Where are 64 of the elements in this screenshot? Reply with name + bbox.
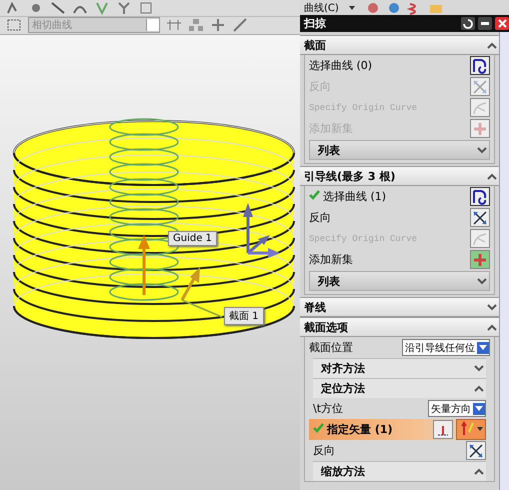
vector-type-button[interactable] (456, 419, 486, 440)
check-icon (309, 190, 320, 200)
minimize-icon (481, 22, 489, 25)
vector-dialog-button[interactable] (433, 420, 453, 439)
scroll-bar[interactable] (499, 32, 509, 490)
line-tool-icon[interactable] (50, 0, 66, 15)
chevron-icon[interactable] (485, 324, 499, 330)
caret-icon (479, 345, 487, 350)
vector-arrow (180, 267, 200, 301)
option-label: 选择曲线 (0) (309, 58, 374, 73)
section-header[interactable]: 截面选项 (300, 317, 499, 337)
option-label: 反向 (313, 443, 336, 458)
group-header[interactable]: 定位方法 (313, 378, 486, 398)
reverse-button[interactable] (466, 441, 486, 460)
curve-menu[interactable]: 曲线(C) (304, 0, 339, 14)
add-set-button[interactable] (470, 250, 490, 269)
chevron-icon[interactable] (485, 172, 499, 180)
minimize-button[interactable] (478, 17, 492, 30)
chevron-icon[interactable] (485, 304, 499, 310)
check-icon (313, 423, 324, 433)
option-label: 添加新集 (309, 252, 354, 267)
list-header[interactable]: 列表 (309, 140, 490, 160)
chevron-icon[interactable] (472, 468, 486, 475)
list-header[interactable]: 列表 (309, 271, 490, 291)
vector-label: 指定矢量 (1) (313, 422, 430, 437)
reverse-icon (471, 78, 489, 96)
section-header[interactable]: 脊线 (300, 297, 499, 317)
group-header[interactable]: 对齐方法 (313, 358, 486, 378)
reset-icon (463, 18, 473, 28)
close-button[interactable] (495, 17, 509, 30)
select-curve-button[interactable] (470, 187, 490, 206)
reverse-button[interactable] (470, 208, 490, 227)
trim-tool-icon[interactable] (166, 18, 182, 32)
option-label: 选择曲线 (1) (309, 189, 467, 204)
dialog-title: 扫掠 (304, 16, 327, 31)
reverse-icon (467, 442, 485, 460)
callout-label: Guide 1 (168, 231, 217, 246)
reverse-icon (471, 208, 489, 226)
chevron-icon[interactable] (485, 42, 499, 48)
fork-tool-icon[interactable] (116, 0, 132, 15)
chevron-icon[interactable] (475, 278, 489, 284)
reset-button[interactable] (461, 17, 475, 30)
group-header[interactable]: 缩放方法 (313, 461, 486, 481)
callout-label: 截面 1 (224, 307, 264, 325)
caret-icon (475, 406, 483, 411)
leader-line (182, 299, 222, 318)
section-header[interactable]: 截面 (300, 35, 499, 55)
dropdown-field[interactable]: 沿引导线任何位 (402, 339, 490, 356)
field-label: 截面位置 (309, 340, 354, 355)
line-tool-icon[interactable] (232, 18, 248, 32)
chevron-icon[interactable] (475, 146, 489, 154)
axis-triad-drawing (243, 203, 280, 258)
select-curve-icon (471, 56, 489, 74)
chevron-icon[interactable] (472, 365, 486, 372)
chevron-icon[interactable] (472, 385, 486, 392)
select-curve-icon (471, 188, 489, 206)
dropdown-field[interactable]: 矢量方向 (428, 400, 486, 417)
option-label: 反向 (309, 210, 332, 225)
close-icon (498, 19, 506, 28)
section-header[interactable]: 引导线(最多 3 根) (300, 166, 499, 186)
vector-arrow (138, 235, 150, 295)
field-label: \t方位 (313, 401, 344, 416)
select-box-icon[interactable] (6, 18, 22, 32)
select-curve-button[interactable] (470, 56, 490, 75)
